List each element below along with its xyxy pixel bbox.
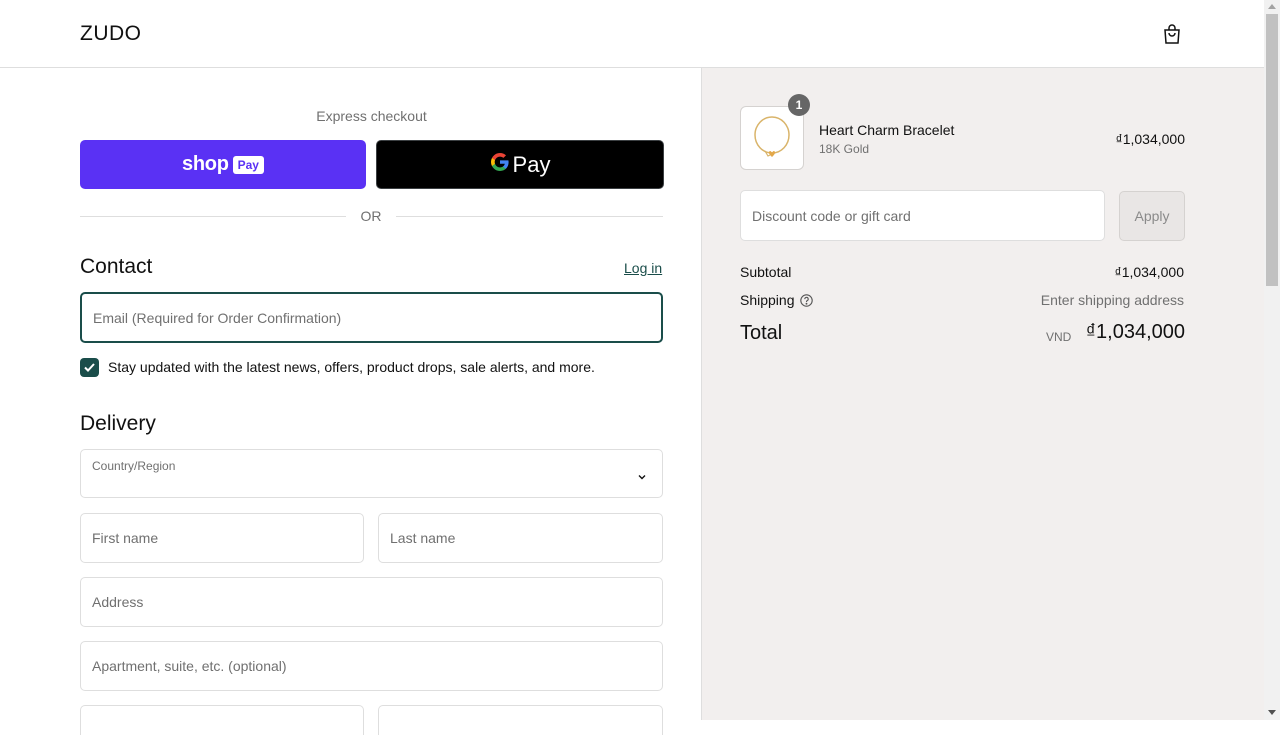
- newsletter-checkbox[interactable]: [80, 358, 99, 377]
- apartment-field[interactable]: [80, 641, 663, 691]
- country-label: Country/Region: [92, 459, 176, 473]
- first-name-field[interactable]: [80, 513, 364, 563]
- login-link[interactable]: Log in: [624, 260, 662, 276]
- newsletter-label: Stay updated with the latest news, offer…: [108, 359, 595, 375]
- subtotal-value: ₫1,034,000: [1114, 264, 1184, 280]
- help-icon[interactable]: [800, 294, 813, 307]
- or-text: OR: [360, 208, 382, 224]
- first-name-input[interactable]: [81, 514, 363, 562]
- quantity-badge: 1: [788, 94, 810, 116]
- contact-heading: Contact: [80, 255, 153, 278]
- or-divider: OR: [80, 208, 663, 224]
- page-scrollbar[interactable]: [1264, 0, 1280, 720]
- last-name-input[interactable]: [379, 514, 662, 562]
- shipping-label: Shipping: [740, 292, 795, 308]
- shipping-value: Enter shipping address: [1040, 292, 1184, 308]
- product-thumbnail: [740, 106, 804, 170]
- scrollbar-thumb[interactable]: [1266, 14, 1278, 286]
- address-input[interactable]: [81, 578, 662, 626]
- scroll-down-icon[interactable]: [1268, 710, 1276, 715]
- total-value: ₫1,034,000: [1085, 321, 1185, 343]
- chevron-down-icon: [637, 469, 647, 480]
- product-variant: 18K Gold: [819, 142, 870, 156]
- discount-field[interactable]: [740, 190, 1105, 241]
- total-label: Total: [740, 322, 783, 344]
- shop-pay-label: shop: [182, 153, 229, 175]
- google-g-icon: [490, 152, 510, 178]
- shopping-bag-icon[interactable]: [1160, 22, 1184, 46]
- express-checkout-title: Express checkout: [316, 108, 427, 124]
- product-price: ₫1,034,000: [1115, 131, 1185, 147]
- apply-button[interactable]: Apply: [1119, 191, 1185, 241]
- checkout-form: Express checkout shop Pay Pay OR Contact…: [0, 68, 701, 735]
- apartment-input[interactable]: [81, 642, 662, 690]
- delivery-heading: Delivery: [80, 412, 156, 435]
- store-logo[interactable]: ZUDO: [80, 22, 142, 46]
- postal-code-field[interactable]: [378, 705, 663, 735]
- product-name: Heart Charm Bracelet: [819, 122, 955, 138]
- divider-line: [80, 216, 346, 217]
- email-input[interactable]: [82, 294, 661, 341]
- discount-input[interactable]: [741, 191, 1104, 240]
- city-field[interactable]: [80, 705, 364, 735]
- divider-line: [396, 216, 663, 217]
- bracelet-image: [754, 116, 790, 157]
- header: ZUDO: [0, 0, 1264, 68]
- email-field[interactable]: [80, 292, 663, 343]
- scroll-up-icon[interactable]: [1268, 4, 1276, 9]
- subtotal-label: Subtotal: [740, 264, 792, 280]
- last-name-field[interactable]: [378, 513, 663, 563]
- shop-pay-button[interactable]: shop Pay: [80, 140, 366, 189]
- shop-pay-badge: Pay: [232, 155, 264, 174]
- address-field[interactable]: [80, 577, 663, 627]
- currency-code: VND: [1046, 330, 1072, 344]
- order-summary: 1 Heart Charm Bracelet 18K Gold ₫1,034,0…: [701, 68, 1264, 720]
- google-pay-button[interactable]: Pay: [376, 140, 664, 189]
- country-select[interactable]: Country/Region: [80, 449, 663, 498]
- google-pay-label: Pay: [512, 151, 551, 177]
